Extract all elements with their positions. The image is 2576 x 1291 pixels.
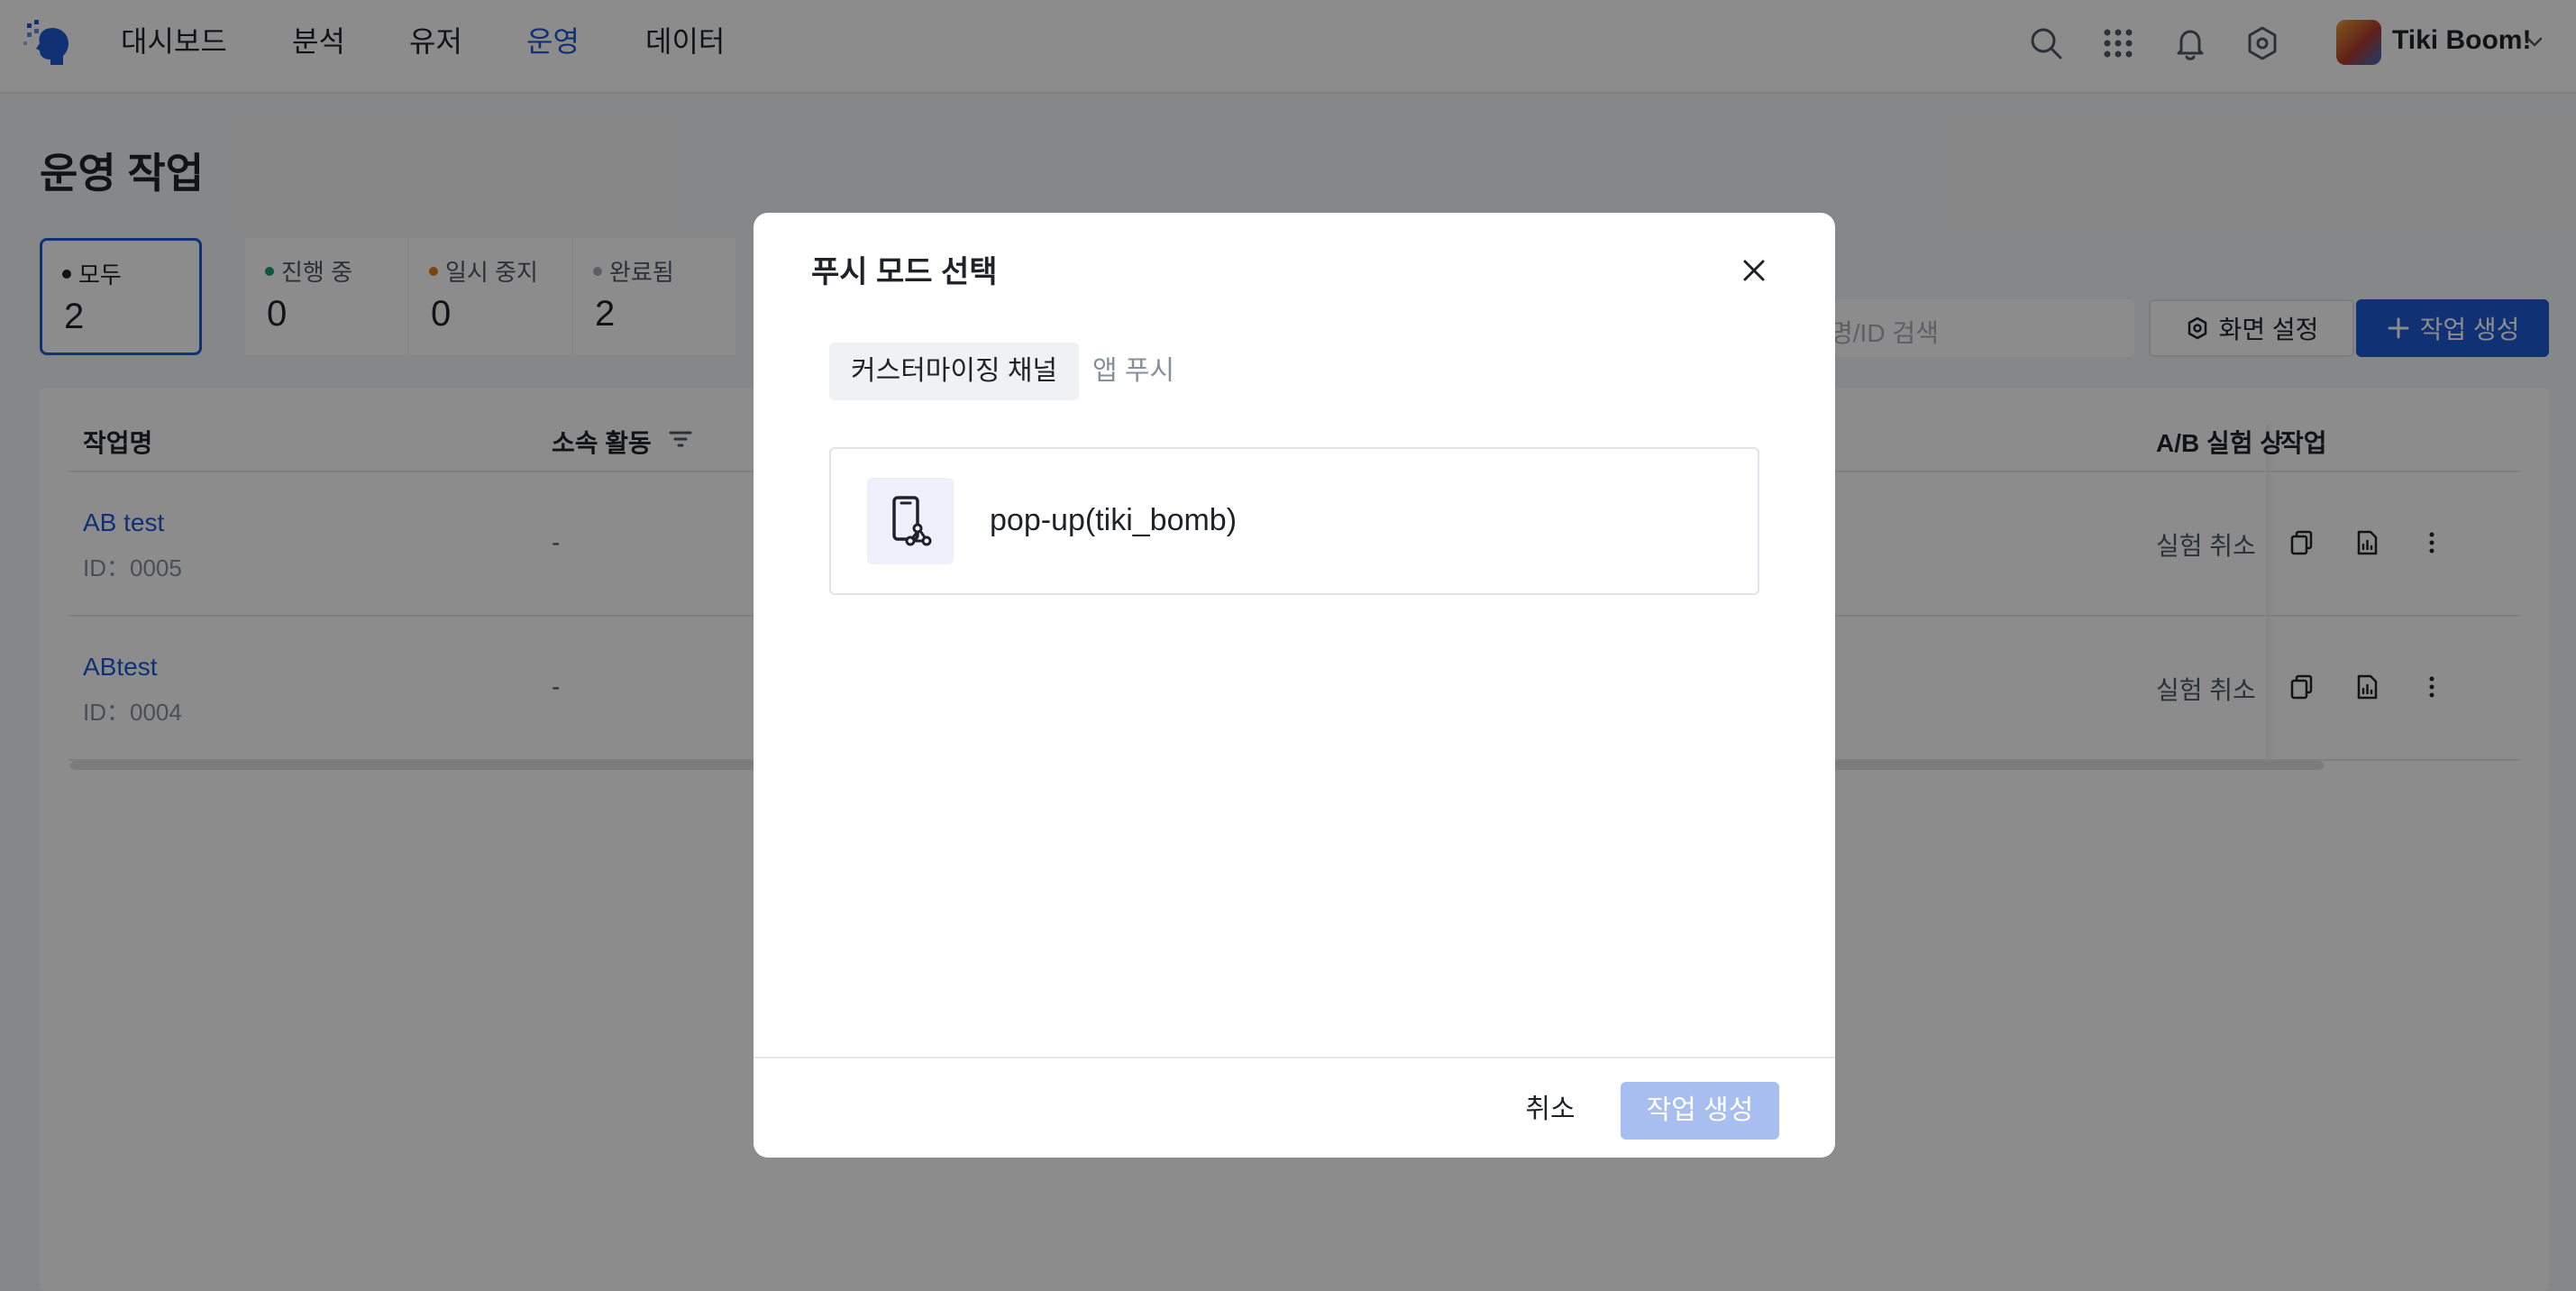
dialog-title: 푸시 모드 선택 [811,255,998,289]
cancel-button[interactable]: 취소 [1507,1082,1594,1138]
channel-label: pop-up(tiki_bomb) [990,503,1238,537]
channel-option-card[interactable]: pop-up(tiki_bomb) [829,447,1759,595]
push-mode-dialog: 푸시 모드 선택 커스터마이징 채널 앱 푸시 pop-up(tiki_bomb… [754,213,1835,1158]
tab-custom-channel[interactable]: 커스터마이징 채널 [829,343,1080,400]
tab-app-push[interactable]: 앱 푸시 [1071,343,1196,400]
close-icon[interactable] [1736,252,1772,288]
create-task-confirm-button[interactable]: 작업 생성 [1621,1082,1779,1140]
phone-webhook-icon [867,478,954,564]
dialog-footer: 취소 작업 생성 [754,1057,1835,1158]
